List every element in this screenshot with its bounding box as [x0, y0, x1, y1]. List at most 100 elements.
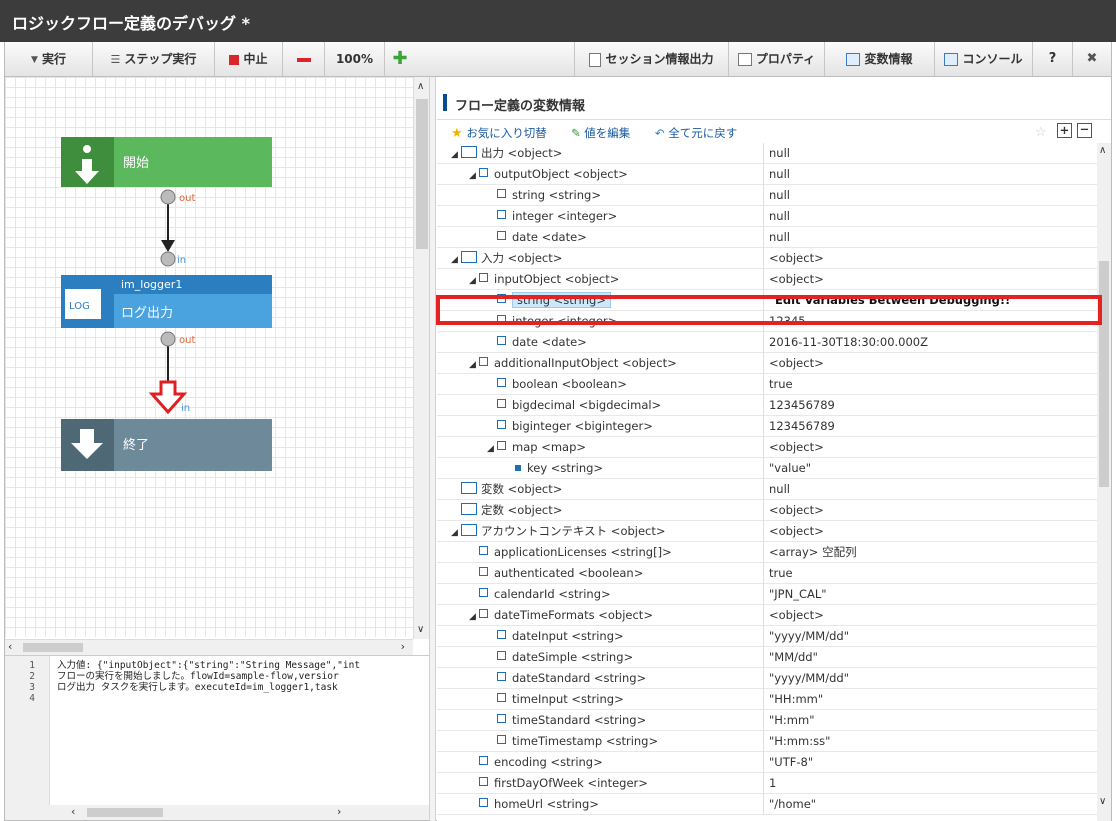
variable-row[interactable]: biginteger <biginteger> 123456789 — [437, 416, 1097, 437]
variable-row[interactable]: ◢ 入力 <object> <object> — [437, 248, 1097, 269]
collapse-all-icon[interactable]: − — [1077, 123, 1092, 138]
variable-row[interactable]: date <date> null — [437, 227, 1097, 248]
variable-value[interactable]: <object> — [769, 269, 824, 289]
variable-value[interactable]: "UTF-8" — [769, 752, 813, 772]
variable-row[interactable]: 定数 <object> <object> — [437, 500, 1097, 521]
variable-row[interactable]: 変数 <object> null — [437, 479, 1097, 500]
variables-vertical-scrollbar[interactable]: ∧ ∨ — [1097, 143, 1111, 821]
variable-row[interactable]: homeUrl <string> "/home" — [437, 794, 1097, 815]
variable-value[interactable]: <array> 空配列 — [769, 542, 857, 562]
variable-value[interactable]: null — [769, 143, 790, 163]
expand-triangle-icon[interactable]: ◢ — [487, 439, 497, 459]
variable-row[interactable]: bigdecimal <bigdecimal> 123456789 — [437, 395, 1097, 416]
variable-value[interactable]: <object> — [769, 500, 824, 520]
variable-value[interactable]: 123456789 — [769, 395, 835, 415]
reset-all-button[interactable]: ↶ 全て元に戻す — [655, 125, 737, 141]
variable-value[interactable]: "HH:mm" — [769, 689, 823, 709]
variable-value[interactable]: "MM/dd" — [769, 647, 818, 667]
edit-value-button[interactable]: ✎ 値を編集 — [571, 125, 630, 141]
variable-row[interactable]: timeStandard <string> "H:mm" — [437, 710, 1097, 731]
variable-row[interactable]: ◢ outputObject <object> null — [437, 164, 1097, 185]
canvas-horizontal-scrollbar[interactable]: ‹ › — [5, 639, 413, 655]
scroll-left-icon[interactable]: ‹ — [71, 805, 75, 818]
variables-button[interactable]: 変数情報 — [824, 42, 934, 76]
close-button[interactable]: ✖ — [1072, 42, 1111, 76]
console-horizontal-scrollbar[interactable]: ‹ › — [5, 805, 429, 820]
favorite-toggle-button[interactable]: ★ お気に入り切替 — [451, 125, 547, 141]
favorite-star-icon[interactable]: ☆ — [1035, 125, 1047, 140]
variable-row[interactable]: key <string> "value" — [437, 458, 1097, 479]
variable-value[interactable]: true — [769, 374, 793, 394]
expand-triangle-icon[interactable]: ◢ — [451, 145, 461, 165]
expand-triangle-icon[interactable]: ◢ — [469, 271, 479, 291]
variable-row[interactable]: timeInput <string> "HH:mm" — [437, 689, 1097, 710]
variable-row[interactable]: dateSimple <string> "MM/dd" — [437, 647, 1097, 668]
variable-value[interactable]: <object> — [769, 248, 824, 268]
scroll-up-icon[interactable]: ∧ — [417, 81, 424, 92]
variable-row[interactable]: firstDayOfWeek <integer> 1 — [437, 773, 1097, 794]
variable-row[interactable]: encoding <string> "UTF-8" — [437, 752, 1097, 773]
variable-value[interactable]: true — [769, 563, 793, 583]
step-run-button[interactable]: ☰ ステップ実行 — [93, 42, 215, 76]
expand-triangle-icon[interactable]: ◢ — [469, 166, 479, 186]
variable-row[interactable]: timeTimestamp <string> "H:mm:ss" — [437, 731, 1097, 752]
scroll-right-icon[interactable]: › — [401, 640, 405, 653]
scroll-up-icon[interactable]: ∧ — [1099, 145, 1106, 156]
variable-value[interactable]: "H:mm" — [769, 710, 815, 730]
session-export-button[interactable]: セッション情報出力 — [574, 42, 728, 76]
variable-value[interactable]: null — [769, 185, 790, 205]
scroll-down-icon[interactable]: ∨ — [417, 624, 424, 635]
variable-value[interactable]: null — [769, 479, 790, 499]
scroll-down-icon[interactable]: ∨ — [1099, 796, 1106, 807]
variable-value[interactable]: 123456789 — [769, 416, 835, 436]
console-button[interactable]: コンソール — [934, 42, 1032, 76]
in-port-task[interactable] — [160, 251, 176, 267]
end-node[interactable] — [61, 419, 272, 471]
variable-value[interactable]: 2016-11-30T18:30:00.000Z — [769, 332, 928, 352]
variable-value[interactable]: "yyyy/MM/dd" — [769, 626, 849, 646]
variable-row[interactable]: integer <integer> null — [437, 206, 1097, 227]
variable-row[interactable]: dateInput <string> "yyyy/MM/dd" — [437, 626, 1097, 647]
variable-value[interactable]: "JPN_CAL" — [769, 584, 827, 604]
expand-triangle-icon[interactable]: ◢ — [451, 250, 461, 270]
variable-value[interactable]: 1 — [769, 773, 776, 793]
variable-row[interactable]: ◢ 出力 <object> null — [437, 143, 1097, 164]
help-button[interactable]: ? — [1032, 42, 1072, 76]
flow-canvas[interactable]: 開始 out in im_logger1 LOG ログ出力 out in 終了 — [5, 77, 413, 637]
expand-triangle-icon[interactable]: ◢ — [469, 607, 479, 627]
run-button[interactable]: ▼ 実行 — [5, 42, 93, 76]
variable-row[interactable]: ◢ inputObject <object> <object> — [437, 269, 1097, 290]
variable-row[interactable]: ◢ additionalInputObject <object> <object> — [437, 353, 1097, 374]
variable-value[interactable]: <object> — [769, 521, 824, 541]
scroll-hthumb[interactable] — [87, 808, 163, 817]
pane-splitter[interactable] — [429, 77, 436, 821]
variable-value[interactable]: "H:mm:ss" — [769, 731, 830, 751]
expand-triangle-icon[interactable]: ◢ — [451, 523, 461, 543]
out-port-start[interactable] — [160, 189, 176, 205]
variables-tree[interactable]: ◢ 出力 <object> null ◢ outputObject <object> nu… — [437, 143, 1097, 821]
zoom-out-button[interactable] — [283, 42, 325, 76]
variable-row[interactable]: ◢ map <map> <object> — [437, 437, 1097, 458]
variable-row[interactable]: ◢ dateTimeFormats <object> <object> — [437, 605, 1097, 626]
console-output[interactable]: 1 入力値: {"inputObject":{"string":"String … — [5, 655, 429, 806]
variable-value[interactable]: <object> — [769, 437, 824, 457]
variable-value[interactable]: null — [769, 206, 790, 226]
stop-button[interactable]: 中止 — [215, 42, 283, 76]
variable-value[interactable]: <object> — [769, 605, 824, 625]
expand-all-icon[interactable]: + — [1057, 123, 1072, 138]
canvas-vertical-scrollbar[interactable]: ∧ ∨ — [413, 77, 430, 639]
variable-value[interactable]: null — [769, 164, 790, 184]
variable-value[interactable]: "value" — [769, 458, 811, 478]
variable-row[interactable]: applicationLicenses <string[]> <array> 空配… — [437, 542, 1097, 563]
variable-value[interactable]: "yyyy/MM/dd" — [769, 668, 849, 688]
variable-row[interactable]: dateStandard <string> "yyyy/MM/dd" — [437, 668, 1097, 689]
variable-row[interactable]: date <date> 2016-11-30T18:30:00.000Z — [437, 332, 1097, 353]
zoom-in-button[interactable]: ✚ — [385, 42, 415, 76]
variable-value[interactable]: null — [769, 227, 790, 247]
variable-row[interactable]: boolean <boolean> true — [437, 374, 1097, 395]
variable-row[interactable]: ◢ アカウントコンテキスト <object> <object> — [437, 521, 1097, 542]
start-node[interactable] — [61, 137, 272, 187]
variable-row[interactable]: authenticated <boolean> true — [437, 563, 1097, 584]
out-port-task[interactable] — [160, 331, 176, 347]
variable-row[interactable]: string <string> null — [437, 185, 1097, 206]
